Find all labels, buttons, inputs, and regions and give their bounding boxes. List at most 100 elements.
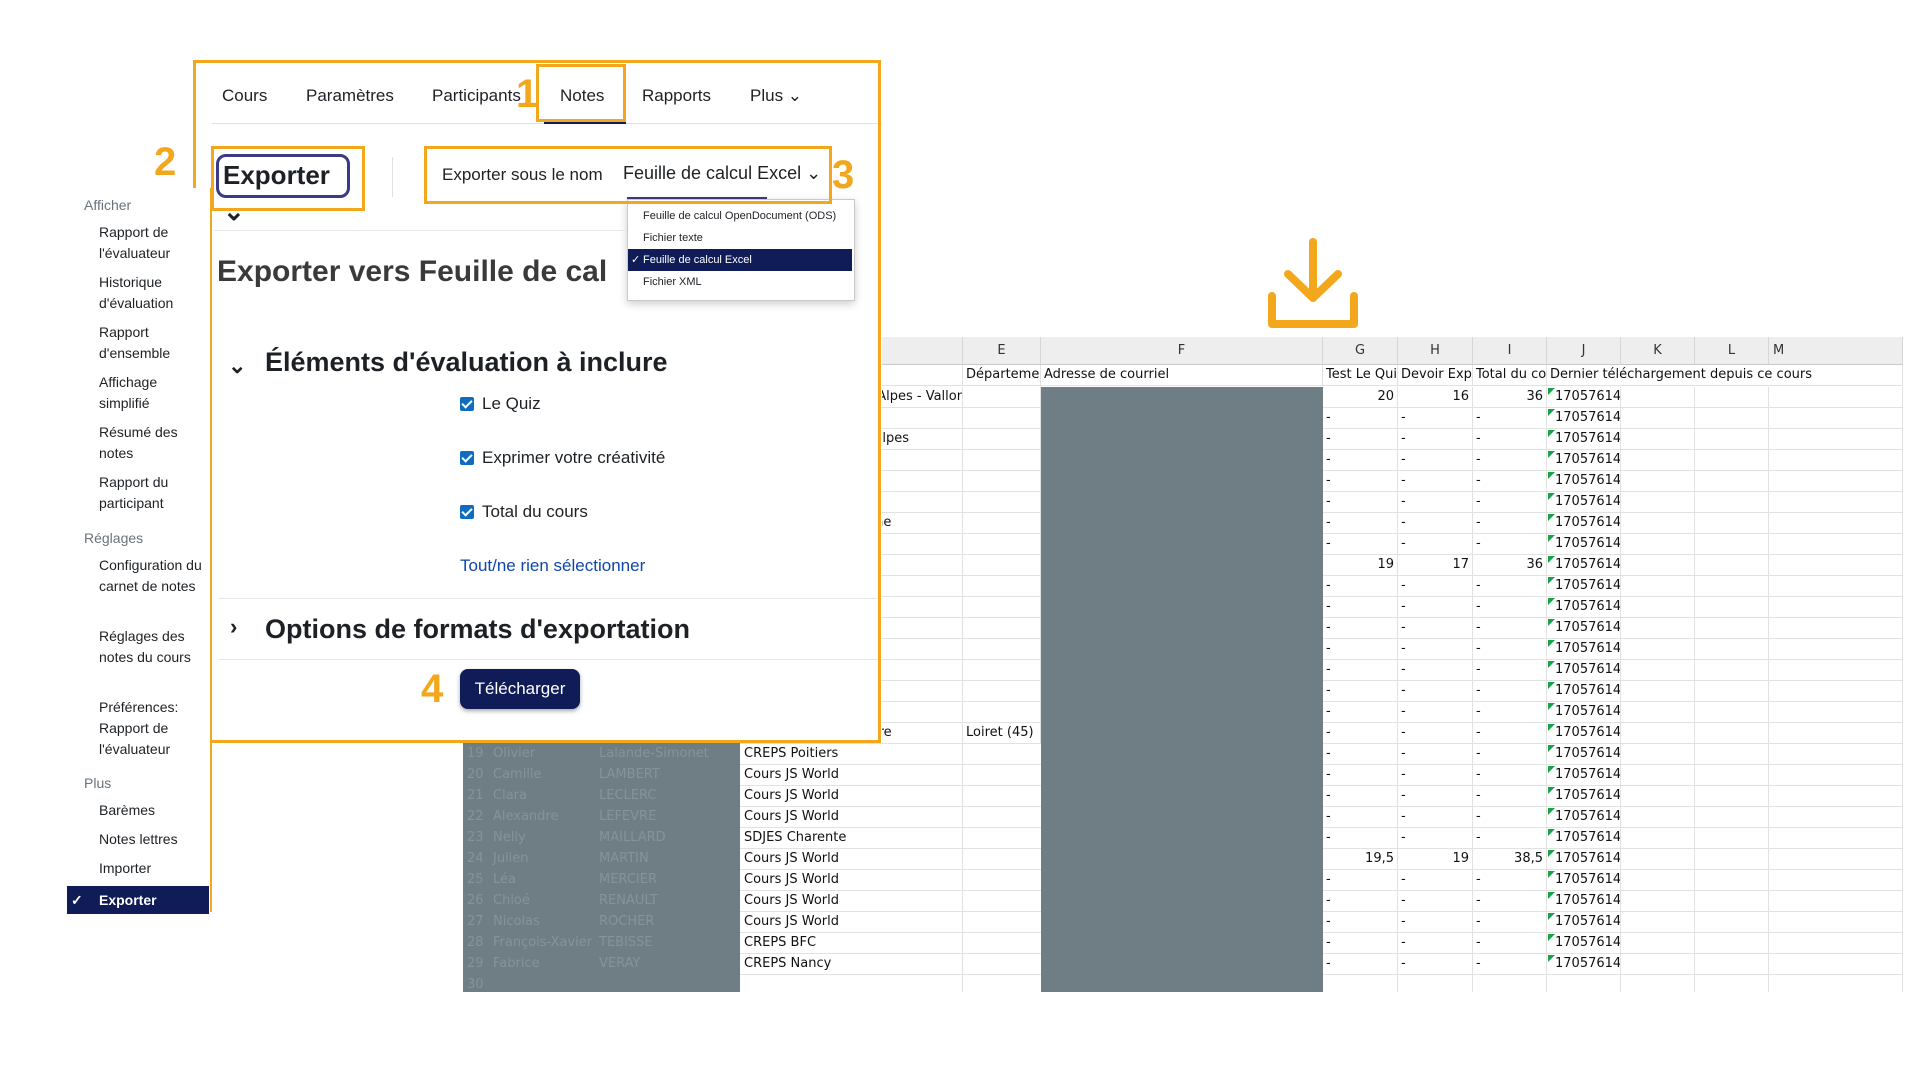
table-cell[interactable]: - [1323, 723, 1398, 743]
table-cell[interactable]: - [1323, 660, 1398, 680]
col-header-m[interactable]: M [1769, 337, 1903, 365]
table-cell[interactable]: 1705761433 [1547, 576, 1621, 596]
table-cell[interactable]: - [1323, 933, 1398, 953]
table-cell-empty[interactable] [1621, 534, 1695, 554]
table-cell[interactable]: 1705761433 [1547, 870, 1621, 890]
table-cell[interactable]: 1705761433 [1547, 849, 1621, 869]
table-cell[interactable]: - [1398, 681, 1473, 701]
table-cell[interactable]: - [1473, 933, 1547, 953]
table-cell-empty[interactable] [1695, 513, 1769, 533]
table-cell[interactable] [963, 471, 1041, 491]
table-cell[interactable]: Cours JS World [741, 849, 963, 869]
table-cell[interactable]: - [1323, 429, 1398, 449]
table-cell[interactable] [963, 597, 1041, 617]
table-cell[interactable]: 36 [1473, 387, 1547, 407]
table-cell[interactable] [963, 408, 1041, 428]
table-cell-empty[interactable] [1621, 807, 1695, 827]
table-cell[interactable]: - [1323, 891, 1398, 911]
table-cell[interactable]: Cours JS World [741, 807, 963, 827]
table-cell[interactable]: - [1398, 408, 1473, 428]
table-cell[interactable]: - [1398, 471, 1473, 491]
table-cell-empty[interactable] [1621, 429, 1695, 449]
table-cell[interactable] [1473, 975, 1547, 992]
col-header-i[interactable]: I [1473, 337, 1547, 365]
table-cell-empty[interactable] [1621, 555, 1695, 575]
table-cell[interactable]: - [1473, 765, 1547, 785]
table-cell-empty[interactable] [1621, 765, 1695, 785]
table-cell[interactable]: - [1473, 471, 1547, 491]
table-cell[interactable] [963, 450, 1041, 470]
table-cell[interactable]: - [1473, 408, 1547, 428]
table-cell-empty[interactable] [1621, 912, 1695, 932]
table-cell[interactable] [963, 702, 1041, 722]
table-cell-empty[interactable] [1695, 597, 1769, 617]
table-cell-empty[interactable] [1695, 681, 1769, 701]
table-cell[interactable] [963, 618, 1041, 638]
table-cell[interactable]: - [1398, 828, 1473, 848]
table-cell[interactable]: - [1323, 765, 1398, 785]
table-cell[interactable] [963, 681, 1041, 701]
table-cell-empty[interactable] [1695, 870, 1769, 890]
table-cell[interactable]: - [1398, 513, 1473, 533]
table-cell[interactable]: - [1398, 807, 1473, 827]
table-cell[interactable] [741, 975, 963, 992]
sidebar-item-historique[interactable]: Historique d'évaluation [99, 272, 207, 314]
table-cell[interactable]: - [1323, 597, 1398, 617]
col-header-k[interactable]: K [1621, 337, 1695, 365]
table-cell-empty[interactable] [1769, 849, 1903, 869]
table-cell[interactable]: 1705761433 [1547, 387, 1621, 407]
table-cell-empty[interactable] [1695, 807, 1769, 827]
table-cell[interactable]: 1705761433 [1547, 408, 1621, 428]
table-cell[interactable]: - [1398, 429, 1473, 449]
table-cell[interactable]: Loiret (45) [963, 723, 1041, 743]
table-cell-empty[interactable] [1769, 471, 1903, 491]
table-cell[interactable] [963, 387, 1041, 407]
table-cell-empty[interactable] [1621, 660, 1695, 680]
table-cell[interactable] [963, 660, 1041, 680]
table-cell-empty[interactable] [1769, 576, 1903, 596]
table-cell[interactable]: - [1473, 429, 1547, 449]
table-cell-empty[interactable] [1621, 618, 1695, 638]
sidebar-item-notes-lettres[interactable]: Notes lettres [99, 829, 207, 850]
table-cell-empty[interactable] [1769, 450, 1903, 470]
table-cell[interactable]: - [1473, 450, 1547, 470]
table-cell[interactable]: - [1323, 807, 1398, 827]
sidebar-item-reglages-notes[interactable]: Réglages des notes du cours [99, 626, 207, 668]
table-cell-empty[interactable] [1769, 807, 1903, 827]
table-cell-empty[interactable] [1769, 723, 1903, 743]
header-cell[interactable]: Devoir Expr [1398, 365, 1473, 385]
table-cell[interactable]: 17 [1398, 555, 1473, 575]
table-cell[interactable]: - [1398, 492, 1473, 512]
table-cell-empty[interactable] [1695, 828, 1769, 848]
table-cell[interactable]: - [1323, 450, 1398, 470]
table-cell[interactable]: - [1398, 576, 1473, 596]
table-cell-empty[interactable] [1621, 954, 1695, 974]
sidebar-item-exporter[interactable]: ✓ Exporter [67, 886, 209, 914]
table-cell[interactable]: - [1473, 723, 1547, 743]
col-header-e[interactable]: E [963, 337, 1041, 365]
table-cell[interactable]: - [1323, 408, 1398, 428]
table-cell[interactable]: 1705761433 [1547, 534, 1621, 554]
table-cell[interactable]: 1705761433 [1547, 786, 1621, 806]
table-cell[interactable]: 38,5 [1473, 849, 1547, 869]
table-cell[interactable]: - [1473, 660, 1547, 680]
table-cell[interactable]: - [1323, 492, 1398, 512]
table-cell[interactable]: - [1323, 681, 1398, 701]
table-cell[interactable]: - [1323, 534, 1398, 554]
table-cell[interactable]: - [1473, 492, 1547, 512]
table-cell-empty[interactable] [1621, 849, 1695, 869]
sidebar-item-rapport-ensemble[interactable]: Rapport d'ensemble [99, 322, 207, 364]
table-cell-empty[interactable] [1695, 702, 1769, 722]
table-cell-empty[interactable] [1621, 597, 1695, 617]
table-cell-empty[interactable] [1621, 513, 1695, 533]
table-cell[interactable]: - [1398, 765, 1473, 785]
table-cell-empty[interactable] [1695, 408, 1769, 428]
table-cell[interactable]: - [1398, 450, 1473, 470]
table-cell-empty[interactable] [1769, 891, 1903, 911]
table-cell[interactable]: - [1398, 660, 1473, 680]
table-cell[interactable]: - [1473, 681, 1547, 701]
table-cell[interactable]: - [1323, 828, 1398, 848]
table-cell-empty[interactable] [1621, 576, 1695, 596]
sidebar-item-preferences[interactable]: Préférences: Rapport de l'évaluateur [99, 697, 207, 760]
col-header-g[interactable]: G [1323, 337, 1398, 365]
